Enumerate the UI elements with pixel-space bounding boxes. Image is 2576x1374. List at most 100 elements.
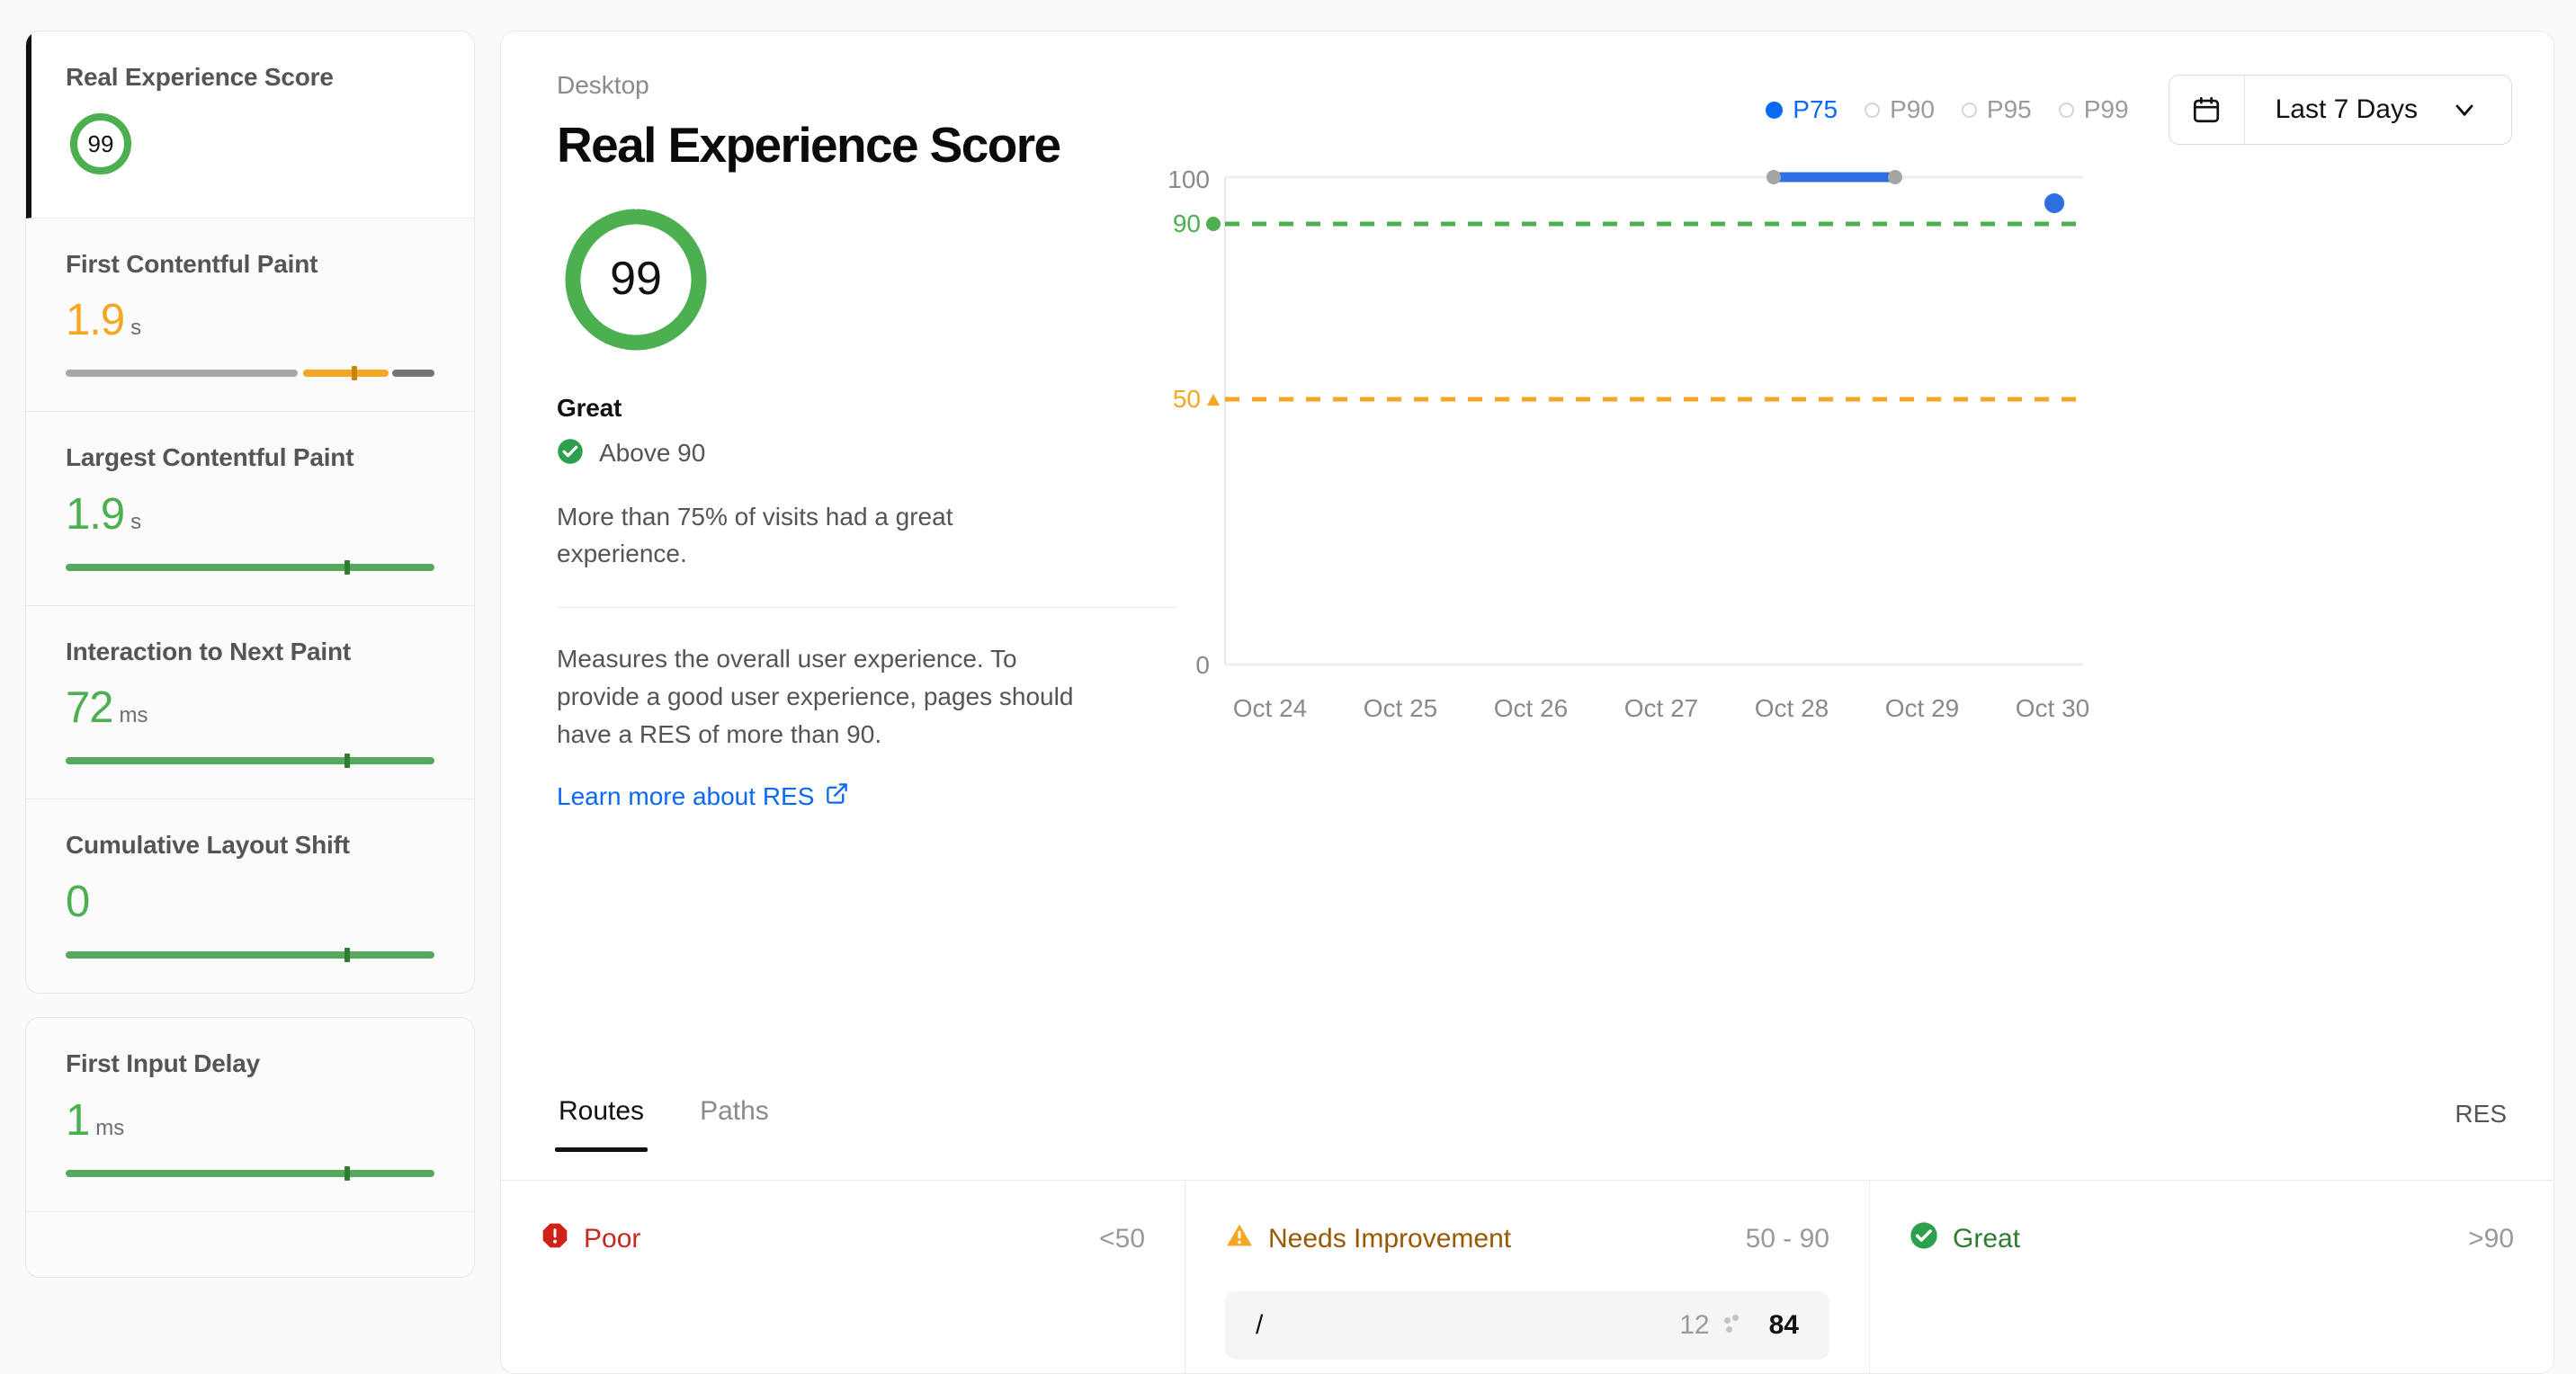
metric-value-row: 1.9 s [66,299,434,343]
metrics-sidebar: Real Experience Score 99 First Contentfu… [0,0,500,1374]
tab-paths[interactable]: Paths [698,1091,771,1152]
verdict-title: Great [557,393,622,422]
percentile-label: P95 [1986,95,2032,123]
sidebar-item-real-experience-score[interactable]: Real Experience Score 99 [26,31,474,219]
radio-icon [1961,102,1977,118]
date-range-label: Last 7 Days [2275,94,2418,124]
sidebar-item-largest-contentful-paint[interactable]: Largest Contentful Paint 1.9 s [26,412,474,606]
external-link-icon [825,781,849,812]
sidebar-item-cumulative-layout-shift[interactable]: Cumulative Layout Shift 0 [26,799,474,993]
metric-group-secondary: First Input Delay 1 ms [25,1016,475,1278]
x-tick-oct-26: Oct 26 [1494,694,1568,722]
bucket-name: Poor [584,1224,641,1254]
routes-paths-tabs: Routes Paths RES [501,1091,2554,1181]
radio-icon [1766,101,1784,119]
res-gauge-small-value: 99 [88,130,114,157]
x-tick-oct-24: Oct 24 [1233,694,1307,722]
threshold-marker-90 [1206,217,1221,231]
metric-progress-bar [66,1165,434,1181]
x-tick-oct-29: Oct 29 [1885,694,1959,722]
metric-progress-bar [66,947,434,962]
metric-marker [344,1165,350,1181]
route-score: 84 [1768,1310,1799,1340]
metric-group-primary: Real Experience Score 99 First Contentfu… [25,31,475,994]
chart-svg: 100 90 50 0 Oct 24 Oct 25 Oct 26 Oct 27 … [1167,165,2089,722]
metric-value-row: 1.9 s [66,489,434,539]
learn-more-label: Learn more about RES [557,782,815,811]
check-circle-icon [557,438,584,469]
calendar-icon [2169,76,2245,144]
metric-marker [351,366,357,381]
metric-title: First Contentful Paint [66,249,318,278]
main-panel: Desktop Real Experience Score 99 Great A… [500,31,2554,1374]
metric-value: 1.9 [66,489,125,539]
metric-progress-bar [66,366,434,381]
table-row[interactable]: / 12 84 [1225,1291,1829,1360]
y-tick-50: 50 [1173,385,1201,413]
sidebar-item-next[interactable] [26,1212,474,1277]
bucket-header: Great >90 [1910,1221,2514,1257]
samples-dots-icon [1723,1315,1740,1336]
metric-value: 1.9 [66,296,125,345]
percentile-option-p99[interactable]: P99 [2058,95,2129,124]
chart-controls: P75 P90 P95 P99 Last 7 Days [1131,71,2554,145]
metric-value-row: 72 ms [66,686,434,730]
res-gauge-small: 99 [66,109,434,183]
metric-title: Interaction to Next Paint [66,637,352,665]
res-gauge-large: 99 [557,201,1077,363]
x-tick-oct-25: Oct 25 [1364,694,1437,722]
percentile-label: P90 [1890,95,1935,123]
metric-title: Real Experience Score [66,63,334,91]
x-tick-oct-27: Oct 27 [1624,694,1698,722]
x-tick-oct-28: Oct 28 [1755,694,1829,722]
sidebar-item-first-input-delay[interactable]: First Input Delay 1 ms [26,1018,474,1212]
series-point [2044,193,2064,213]
res-dashboard: Real Experience Score 99 First Contentfu… [0,0,2576,1374]
bucket-header: Poor <50 [541,1221,1145,1257]
tab-label: Paths [700,1096,769,1126]
bucket-range: 50 - 90 [1745,1224,1829,1254]
bucket-columns: Poor <50 Needs Improvement 50 - 90 / 12 … [501,1182,2554,1373]
check-circle-icon [1910,1221,1938,1257]
percentile-option-p95[interactable]: P95 [1961,95,2032,124]
route-count: 12 [1679,1310,1710,1340]
learn-more-link[interactable]: Learn more about RES [557,781,849,812]
main-top: Desktop Real Experience Score 99 Great A… [501,31,2554,1020]
bucket-poor: Poor <50 [501,1182,1185,1373]
bucket-header: Needs Improvement 50 - 90 [1225,1221,1829,1257]
metric-detail-column: Desktop Real Experience Score 99 Great A… [501,71,1177,1020]
score-column-header: RES [2455,1100,2507,1128]
x-tick-oct-30: Oct 30 [2016,694,2089,722]
sidebar-item-interaction-to-next-paint[interactable]: Interaction to Next Paint 72 ms [26,606,474,800]
threshold-marker-50 [1207,394,1220,406]
date-range-picker[interactable]: Last 7 Days [2168,75,2512,145]
metric-unit: ms [119,703,148,728]
bucket-name: Great [1953,1224,2021,1254]
verdict-description: More than 75% of visits had a great expe… [557,502,953,568]
bucket-title: Needs Improvement [1225,1221,1511,1257]
radio-icon [1865,102,1881,118]
metric-marker [344,754,350,769]
bucket-needs-improvement: Needs Improvement 50 - 90 / 12 84 [1185,1182,1869,1373]
device-label: Desktop [557,71,649,99]
bucket-great: Great >90 [1869,1182,2554,1373]
warning-triangle-icon [1225,1221,1254,1257]
metric-value: 0 [66,877,90,926]
percentile-option-p75[interactable]: P75 [1766,95,1838,124]
percentile-option-p90[interactable]: P90 [1865,95,1935,124]
bucket-range: >90 [2468,1224,2514,1254]
percentile-selector: P75 P90 P95 P99 [1766,95,2129,124]
radio-icon [2058,102,2074,118]
metric-marker [344,559,350,575]
tab-routes[interactable]: Routes [554,1091,648,1152]
sidebar-item-first-contentful-paint[interactable]: First Contentful Paint 1.9 s [26,219,474,413]
percentile-label: P99 [2083,95,2129,123]
metric-marker [344,947,350,962]
bucket-range: <50 [1099,1224,1145,1254]
metric-progress-bar [66,754,434,769]
percentile-label: P75 [1793,95,1838,123]
metric-progress-bar [66,559,434,575]
chevron-down-icon [2450,95,2511,124]
verdict-subtitle: Above 90 [599,439,706,468]
route-path: / [1256,1310,1264,1340]
